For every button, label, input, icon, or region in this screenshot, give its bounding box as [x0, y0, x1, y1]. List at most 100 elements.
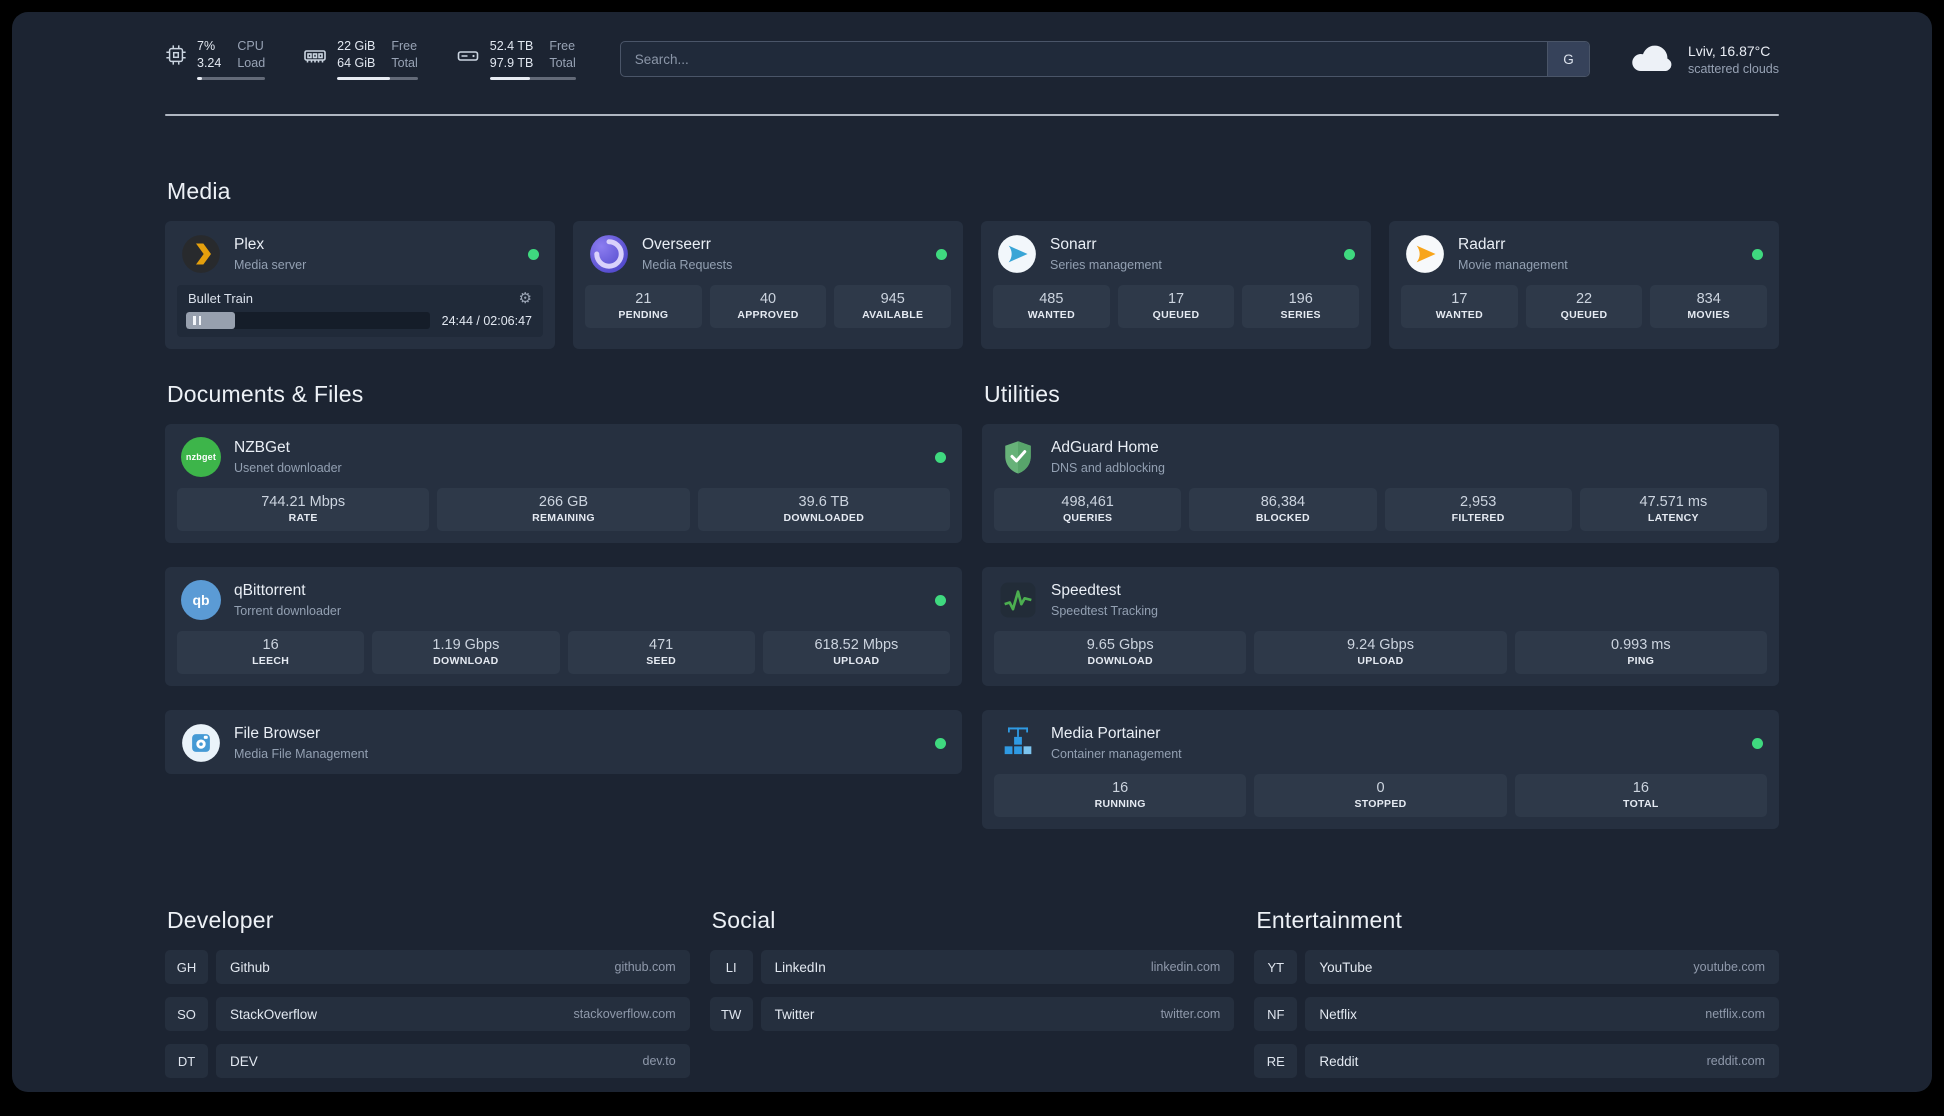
memory-usage-bar	[337, 76, 418, 81]
stat-seed: 471 SEED	[567, 631, 755, 675]
bookmark-linkedin[interactable]: LI LinkedIn linkedin.com	[709, 950, 1235, 985]
stat-available: 945 AVAILABLE	[834, 285, 952, 329]
speedtest-icon	[998, 580, 1038, 620]
service-title: NZBGet	[234, 439, 290, 457]
cpu-load-value: 3.24	[197, 55, 222, 70]
bookmark-stackoverflow[interactable]: SO StackOverflow stackoverflow.com	[165, 997, 690, 1032]
bookmark-url: twitter.com	[1160, 1007, 1221, 1022]
disk-widget: 52.4 TB 97.9 TB Free Total	[456, 38, 576, 81]
section-title-developer: Developer	[167, 907, 274, 934]
playback-time: 24:44 / 02:06:47	[441, 313, 532, 328]
filebrowser-icon	[181, 723, 221, 763]
section-utilities: Utilities AdGuard Home DNS and adblockin…	[982, 381, 1779, 830]
service-card-radarr[interactable]: Radarr Movie management 17 WANTED 22 QUE…	[1389, 221, 1779, 350]
stat-remaining: 266 GB REMAINING	[437, 488, 690, 532]
cpu-widget: 7% 3.24 CPU Load	[165, 38, 266, 81]
status-dot	[1752, 248, 1763, 260]
bookmark-name: DEV	[230, 1053, 258, 1069]
service-card-nzbget[interactable]: nzbget NZBGet Usenet downloader 744.21 M…	[165, 424, 962, 544]
search-input[interactable]	[620, 42, 1547, 77]
service-title: File Browser	[234, 725, 321, 743]
cpu-load-label: Load	[237, 55, 266, 70]
stat-wanted: 17 WANTED	[1401, 285, 1518, 329]
section-media: Media Plex Media server Bullet Train ⚙ 2…	[165, 178, 1779, 350]
bookmark-group-social: Social LI LinkedIn linkedin.com TW Twitt…	[709, 907, 1235, 1091]
service-card-adguard[interactable]: AdGuard Home DNS and adblocking 498,461 …	[982, 424, 1779, 544]
memory-free-value: 22 GiB	[337, 39, 376, 53]
stat-rate: 744.21 Mbps RATE	[177, 488, 430, 532]
service-subtitle: Usenet downloader	[234, 461, 342, 476]
weather-condition: scattered clouds	[1687, 61, 1779, 76]
service-card-sonarr[interactable]: Sonarr Series management 485 WANTED 17 Q…	[981, 221, 1371, 350]
weather-location: Lviv, 16.87°C	[1687, 43, 1771, 60]
bookmark-abbr: SO	[165, 997, 208, 1032]
stat-stopped: 0 STOPPED	[1254, 774, 1507, 818]
service-card-qbittorrent[interactable]: qb qBittorrent Torrent downloader 16 LEE…	[165, 567, 962, 687]
service-subtitle: Movie management	[1458, 258, 1568, 273]
memory-free-label: Free	[391, 39, 418, 53]
adguard-icon	[998, 437, 1038, 477]
cpu-usage-value: 7%	[197, 39, 216, 53]
service-title: Speedtest	[1051, 582, 1121, 600]
service-title: Overseerr	[642, 236, 711, 254]
service-card-plex[interactable]: Plex Media server Bullet Train ⚙ 24:44 /…	[165, 221, 555, 350]
bookmark-url: reddit.com	[1706, 1054, 1765, 1069]
status-dot	[935, 737, 946, 749]
plex-now-playing: Bullet Train ⚙ 24:44 / 02:06:47	[177, 285, 543, 338]
bookmark-group-entertainment: Entertainment YT YouTube youtube.com NF …	[1254, 907, 1779, 1091]
overseerr-icon	[589, 234, 629, 274]
stat-approved: 40 APPROVED	[709, 285, 827, 329]
section-documents: Documents & Files nzbget NZBGet Usenet d…	[165, 381, 962, 829]
stat-upload: 618.52 Mbps UPLOAD	[762, 631, 950, 675]
bookmark-url: stackoverflow.com	[573, 1007, 676, 1022]
bookmark-netflix[interactable]: NF Netflix netflix.com	[1254, 997, 1779, 1032]
bookmark-dev[interactable]: DT DEV dev.to	[165, 1044, 690, 1079]
bookmark-abbr: YT	[1254, 950, 1298, 985]
bookmark-reddit[interactable]: RE Reddit reddit.com	[1254, 1044, 1779, 1079]
bookmark-abbr: RE	[1254, 1044, 1298, 1079]
stat-download: 1.19 Gbps DOWNLOAD	[372, 631, 560, 675]
stat-downloaded: 39.6 TB DOWNLOADED	[697, 488, 950, 532]
bookmark-abbr: GH	[165, 950, 208, 985]
service-title: AdGuard Home	[1051, 439, 1159, 457]
service-subtitle: Media File Management	[234, 747, 369, 762]
gear-icon[interactable]: ⚙	[519, 291, 532, 306]
cloud-icon	[1630, 41, 1676, 78]
service-card-portainer[interactable]: Media Portainer Container management 16 …	[982, 710, 1779, 830]
top-bar: 7% 3.24 CPU Load 22 GiB 64 GiB Free Tota…	[165, 38, 1779, 81]
pause-icon[interactable]	[193, 316, 201, 326]
service-subtitle: Media server	[234, 258, 307, 273]
service-subtitle: Media Requests	[642, 258, 733, 273]
bookmark-abbr: DT	[165, 1044, 208, 1079]
bookmark-youtube[interactable]: YT YouTube youtube.com	[1254, 950, 1779, 985]
bookmark-github[interactable]: GH Github github.com	[165, 950, 690, 985]
stat-movies: 834 MOVIES	[1650, 285, 1768, 329]
service-title: Sonarr	[1050, 236, 1097, 254]
bookmark-group-developer: Developer GH Github github.com SO StackO…	[165, 907, 690, 1091]
stat-leech: 16 LEECH	[177, 631, 365, 675]
section-title-utilities: Utilities	[984, 381, 1060, 408]
service-card-filebrowser[interactable]: File Browser Media File Management	[165, 710, 962, 775]
sonarr-icon	[997, 234, 1037, 274]
stat-latency: 47.571 ms LATENCY	[1579, 488, 1767, 532]
service-card-speedtest[interactable]: Speedtest Speedtest Tracking 9.65 Gbps D…	[982, 567, 1779, 687]
header-divider	[165, 114, 1779, 117]
qbittorrent-icon: qb	[181, 580, 221, 621]
disk-total-label: Total	[549, 55, 576, 70]
disk-usage-bar	[489, 76, 576, 81]
bookmark-name: Twitter	[774, 1006, 815, 1022]
section-title-media: Media	[167, 178, 231, 205]
service-card-overseerr[interactable]: Overseerr Media Requests 21 PENDING 40 A…	[573, 221, 963, 350]
playback-progress-bar[interactable]	[186, 312, 430, 330]
weather-widget[interactable]: Lviv, 16.87°C scattered clouds	[1630, 41, 1779, 78]
stat-upload: 9.24 Gbps UPLOAD	[1254, 631, 1507, 675]
service-subtitle: Torrent downloader	[234, 604, 342, 619]
search-bar: G	[619, 41, 1590, 78]
bookmark-twitter[interactable]: TW Twitter twitter.com	[709, 997, 1235, 1032]
stat-queued: 22 QUEUED	[1525, 285, 1643, 329]
stat-ping: 0.993 ms PING	[1514, 631, 1767, 675]
service-title: Plex	[234, 236, 265, 254]
memory-total-value: 64 GiB	[337, 55, 376, 70]
search-provider-button[interactable]: G	[1546, 42, 1589, 77]
stat-filtered: 2,953 FILTERED	[1384, 488, 1572, 532]
